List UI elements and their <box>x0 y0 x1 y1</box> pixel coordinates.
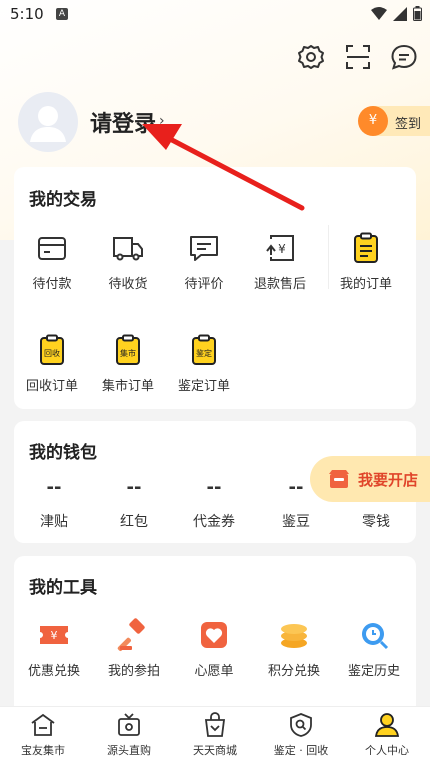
shopping-bag-icon <box>204 712 226 737</box>
house-icon <box>31 713 55 736</box>
refund-label: 退款售后 <box>253 277 306 292</box>
allowance-item[interactable]: -- 津贴 <box>16 477 92 531</box>
nav-item-mall[interactable]: 天天商城 <box>172 707 258 764</box>
recycle-orders-button[interactable]: 回收 回收订单 <box>14 333 90 394</box>
system-icons <box>371 6 422 21</box>
my-orders-label: 我的订单 <box>339 277 392 292</box>
truck-icon <box>113 237 143 261</box>
voucher-label: 代金券 <box>193 514 235 530</box>
refund-button[interactable]: ¥ 退款售后 <box>242 231 318 292</box>
nav-label-profile: 个人中心 <box>365 744 409 757</box>
open-store-label: 我要开店 <box>358 471 419 489</box>
nav-label-direct-buy: 源头直购 <box>107 744 151 757</box>
nav-label-market: 宝友集市 <box>21 744 65 757</box>
status-time: 5:10 <box>10 5 44 23</box>
login-link[interactable]: 请登录 <box>90 106 156 138</box>
tv-shop-icon <box>118 713 140 736</box>
appraisal-order-icon-text: 鉴定 <box>196 348 212 358</box>
pending-payment-label: 待付款 <box>32 277 72 292</box>
auction-hammer-icon <box>117 618 145 651</box>
voucher-value: -- <box>206 477 222 498</box>
allowance-value: -- <box>46 477 62 498</box>
red-packet-item[interactable]: -- 红包 <box>96 477 172 531</box>
pending-payment-button[interactable]: 待付款 <box>14 231 90 292</box>
pending-review-label: 待评价 <box>184 277 224 292</box>
wifi-icon <box>371 6 387 20</box>
pending-delivery-label: 待收货 <box>108 277 148 292</box>
change-label: 零钱 <box>362 514 390 530</box>
appraisal-orders-label: 鉴定订单 <box>177 379 230 394</box>
coin-stack-icon <box>281 624 307 648</box>
avatar[interactable] <box>18 92 78 152</box>
message-icon[interactable] <box>389 42 419 72</box>
chevron-right-icon: › <box>159 113 165 129</box>
pending-review-button[interactable]: 待评价 <box>166 231 242 292</box>
signal-icon <box>393 6 407 21</box>
notification-app-icon: A <box>56 8 68 20</box>
bottom-navigation: 宝友集市 源头直购 天天商城 鉴定 · 回收 个人中心 <box>0 706 430 764</box>
comment-icon <box>190 236 218 261</box>
svg-text:¥: ¥ <box>51 629 58 642</box>
scan-icon[interactable] <box>343 42 373 72</box>
wishlist-button[interactable]: 心愿单 <box>176 618 252 679</box>
signin-button[interactable]: ¥ 签到 <box>358 106 430 136</box>
allowance-label: 津贴 <box>40 514 68 530</box>
nav-item-direct-buy[interactable]: 源头直购 <box>86 707 172 764</box>
market-order-icon-text: 集市 <box>120 348 136 358</box>
my-orders-button[interactable]: 我的订单 <box>328 231 404 292</box>
recycle-order-icon-text: 回收 <box>44 348 60 358</box>
recycle-order-icon: 回收 <box>40 334 64 365</box>
avatar-placeholder-icon <box>30 106 66 142</box>
wallet-title: 我的钱包 <box>29 443 97 463</box>
appraisal-beans-label: 鉴豆 <box>282 514 310 530</box>
battery-icon <box>413 6 422 21</box>
nav-label-appraisal-recycle: 鉴定 · 回收 <box>273 744 329 757</box>
svg-text:¥: ¥ <box>278 242 286 256</box>
recycle-orders-label: 回收订单 <box>25 379 78 394</box>
coupon-exchange-label: 优惠兑换 <box>27 664 80 679</box>
market-orders-label: 集市订单 <box>101 379 154 394</box>
tools-card: 我的工具 ¥ 优惠兑换 我的参拍 心愿单 积分兑换 鉴定历史 <box>14 556 416 716</box>
wallet-card-icon <box>38 237 66 260</box>
appraisal-order-icon: 鉴定 <box>192 334 216 365</box>
signin-label: 签到 <box>395 117 422 132</box>
shield-search-icon <box>290 713 312 737</box>
my-auctions-button[interactable]: 我的参拍 <box>96 618 172 679</box>
history-search-icon <box>362 623 389 650</box>
transactions-title: 我的交易 <box>29 190 97 210</box>
nav-item-appraisal-recycle[interactable]: 鉴定 · 回收 <box>258 707 344 764</box>
appraisal-orders-button[interactable]: 鉴定 鉴定订单 <box>166 333 242 394</box>
points-exchange-button[interactable]: 积分兑换 <box>256 618 332 679</box>
coupon-ticket-icon: ¥ <box>40 626 68 644</box>
store-icon <box>329 470 349 488</box>
status-bar: 5:10 A <box>0 0 430 30</box>
nav-item-market[interactable]: 宝友集市 <box>0 707 86 764</box>
nav-label-mall: 天天商城 <box>193 744 237 757</box>
pending-delivery-button[interactable]: 待收货 <box>90 231 166 292</box>
order-list-icon <box>354 232 378 263</box>
my-auctions-label: 我的参拍 <box>107 664 160 679</box>
signin-coin-icon: ¥ <box>358 106 388 136</box>
market-order-icon: 集市 <box>116 334 140 365</box>
wishlist-label: 心愿单 <box>194 664 234 679</box>
heart-wishlist-icon <box>201 622 227 648</box>
appraisal-history-button[interactable]: 鉴定历史 <box>336 618 412 679</box>
voucher-item[interactable]: -- 代金券 <box>176 477 252 531</box>
nav-item-profile[interactable]: 个人中心 <box>344 707 430 764</box>
person-icon <box>374 713 400 737</box>
transactions-card: 我的交易 待付款 待收货 待评价 ¥ 退款售后 我的订单 回收 回收订单 集市 … <box>14 167 416 409</box>
market-orders-button[interactable]: 集市 集市订单 <box>90 333 166 394</box>
appraisal-history-label: 鉴定历史 <box>347 664 400 679</box>
red-packet-label: 红包 <box>120 514 148 530</box>
settings-gear-icon[interactable] <box>296 42 326 72</box>
red-packet-value: -- <box>126 477 142 498</box>
coupon-exchange-button[interactable]: ¥ 优惠兑换 <box>16 618 92 679</box>
tools-title: 我的工具 <box>29 578 97 598</box>
refund-icon: ¥ <box>266 235 294 261</box>
open-store-button[interactable]: 我要开店 <box>310 456 430 502</box>
points-exchange-label: 积分兑换 <box>267 664 320 679</box>
